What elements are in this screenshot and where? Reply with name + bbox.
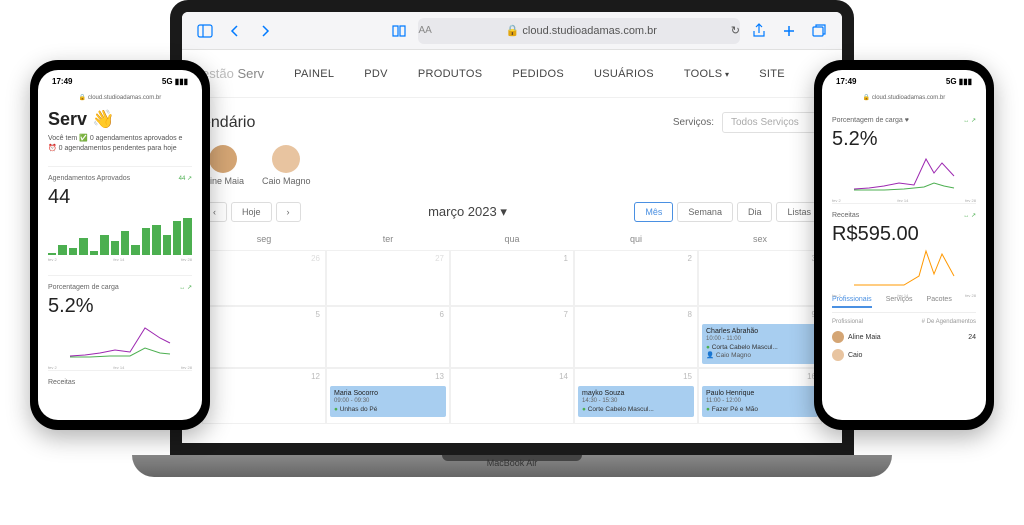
calendar: seg ter qua qui sex 262712356789Charles … [182,228,842,424]
calendar-cell[interactable]: 15mayko Souza14:30 - 15:30Corte Cabelo M… [574,368,698,424]
tabs: Profissionais Serviços Pacotes [832,296,976,313]
macbook-screen: AA 🔒 cloud.studioadamas.com.br ↻ estão S… [170,0,854,455]
nav-pdv[interactable]: PDV [364,68,388,80]
share-icon[interactable] [748,20,770,42]
staff-row: Aline Maia Caio Magno [182,141,842,196]
bar-chart: fev 2fev 14fev 28 [48,215,192,263]
new-tab-icon[interactable] [778,20,800,42]
line-chart: fev 2fev 14fev 28 [832,151,976,191]
nav-site[interactable]: SITE [759,68,785,80]
book-icon[interactable] [388,20,410,42]
phone-status: 17:49 5G ▮▮▮ [38,70,202,92]
reload-icon[interactable]: ↻ [731,24,740,37]
forward-icon[interactable] [254,20,276,42]
phone-right: 17:49 5G ▮▮▮ 🔒 cloud.studioadamas.com.br… [814,60,994,430]
service-label: Serviços: [673,117,714,128]
card-revenue: Receitas↔ ↗ R$595.00 fev 2fev 14fev 28 [832,203,976,286]
tabs-icon[interactable] [808,20,830,42]
view-month[interactable]: Mês [634,202,673,222]
avatar [209,145,237,173]
calendar-cell[interactable]: 9Charles Abrahão10:00 - 11:00Corta Cabel… [698,306,822,368]
month-label[interactable]: março 2023 ▾ [428,204,507,220]
calendar-cell[interactable]: 1 [450,250,574,306]
calendar-event[interactable]: mayko Souza14:30 - 15:30Corte Cabelo Mas… [578,386,694,417]
next-button[interactable]: › [276,202,301,222]
service-filter: Serviços: Todos Serviços [673,112,822,133]
card-load: Porcentagem de carga ♥↔ ↗ 5.2% fev 2fev … [832,109,976,191]
summary-text: Você tem ✅ 0 agendamentos aprovados e ⏰ … [48,134,192,154]
service-select[interactable]: Todos Serviços [722,112,822,133]
calendar-cell[interactable]: 8 [574,306,698,368]
nav-produtos[interactable]: PRODUTOS [418,68,483,80]
calendar-cell[interactable]: 7 [450,306,574,368]
staff-caio[interactable]: Caio Magno [262,145,311,186]
back-icon[interactable] [224,20,246,42]
nav-painel[interactable]: PAINEL [294,68,334,80]
aa-label: AA [418,25,431,36]
calendar-event[interactable]: Charles Abrahão10:00 - 11:00Corta Cabelo… [702,324,818,364]
avatar [272,145,300,173]
phone-left: 17:49 5G ▮▮▮ 🔒 cloud.studioadamas.com.br… [30,60,210,430]
calendar-body: 262712356789Charles Abrahão10:00 - 11:00… [202,250,822,424]
phone-url: 🔒 cloud.studioadamas.com.br [38,92,202,103]
top-nav: estão Serv PAINEL PDV PRODUTOS PEDIDOS U… [182,50,842,98]
calendar-cell[interactable]: 3 [698,250,822,306]
phone-url: 🔒 cloud.studioadamas.com.br [822,92,986,103]
url-text: 🔒 cloud.studioadamas.com.br [436,24,727,37]
calendar-cell[interactable]: 26 [202,250,326,306]
page-header: endário Serviços: Todos Serviços [182,98,842,141]
calendar-toolbar: ‹ Hoje › março 2023 ▾ Mês Semana Dia Lis… [182,196,842,228]
nav-pedidos[interactable]: PEDIDOS [512,68,564,80]
calendar-cell[interactable]: 12 [202,368,326,424]
phone-status: 17:49 5G ▮▮▮ [822,70,986,92]
macbook-frame: AA 🔒 cloud.studioadamas.com.br ↻ estão S… [170,0,854,500]
macbook-base: MacBook Air [132,455,892,477]
calendar-cell[interactable]: 5 [202,306,326,368]
calendar-cell[interactable]: 27 [326,250,450,306]
card-revenue-peek: Receitas [48,370,192,386]
calendar-cell[interactable]: 14 [450,368,574,424]
calendar-cell[interactable]: 13Maria Socorro09:00 - 09:30Unhas do Pé [326,368,450,424]
line-chart-revenue: fev 2fev 14fev 28 [832,246,976,286]
nav-tools[interactable]: TOOLS [684,68,729,80]
url-bar[interactable]: AA 🔒 cloud.studioadamas.com.br ↻ [418,18,740,44]
app-content: estão Serv PAINEL PDV PRODUTOS PEDIDOS U… [182,50,842,443]
calendar-event[interactable]: Maria Socorro09:00 - 09:30Unhas do Pé [330,386,446,417]
calendar-cell[interactable]: 6 [326,306,450,368]
calendar-event[interactable]: Paulo Henrique11:00 - 12:00Fazer Pé e Mã… [702,386,818,417]
greeting: Serv 👋 [48,109,192,130]
card-approved: Agendamentos Aprovados44 ↗ 44 fev 2fev 1… [48,166,192,263]
line-chart: fev 2fev 14fev 28 [48,318,192,358]
view-switcher: Mês Semana Dia Listas [634,202,822,222]
page-title: endário [202,114,255,132]
table-header: Profissional# De Agendamentos [832,319,976,325]
table-row[interactable]: Caio [832,349,976,361]
calendar-header: seg ter qua qui sex [202,228,822,250]
nav-usuarios[interactable]: USUÁRIOS [594,68,654,80]
calendar-cell[interactable]: 2 [574,250,698,306]
sidebar-icon[interactable] [194,20,216,42]
view-day[interactable]: Dia [737,202,773,222]
card-load: Porcentagem de carga↔ ↗ 5.2% fev 2fev 14… [48,275,192,358]
table-row[interactable]: Aline Maia 24 [832,331,976,343]
today-button[interactable]: Hoje [231,202,272,222]
calendar-cell[interactable]: 16Paulo Henrique11:00 - 12:00Fazer Pé e … [698,368,822,424]
brand: estão Serv [202,66,264,81]
safari-toolbar: AA 🔒 cloud.studioadamas.com.br ↻ [182,12,842,50]
view-week[interactable]: Semana [677,202,733,222]
